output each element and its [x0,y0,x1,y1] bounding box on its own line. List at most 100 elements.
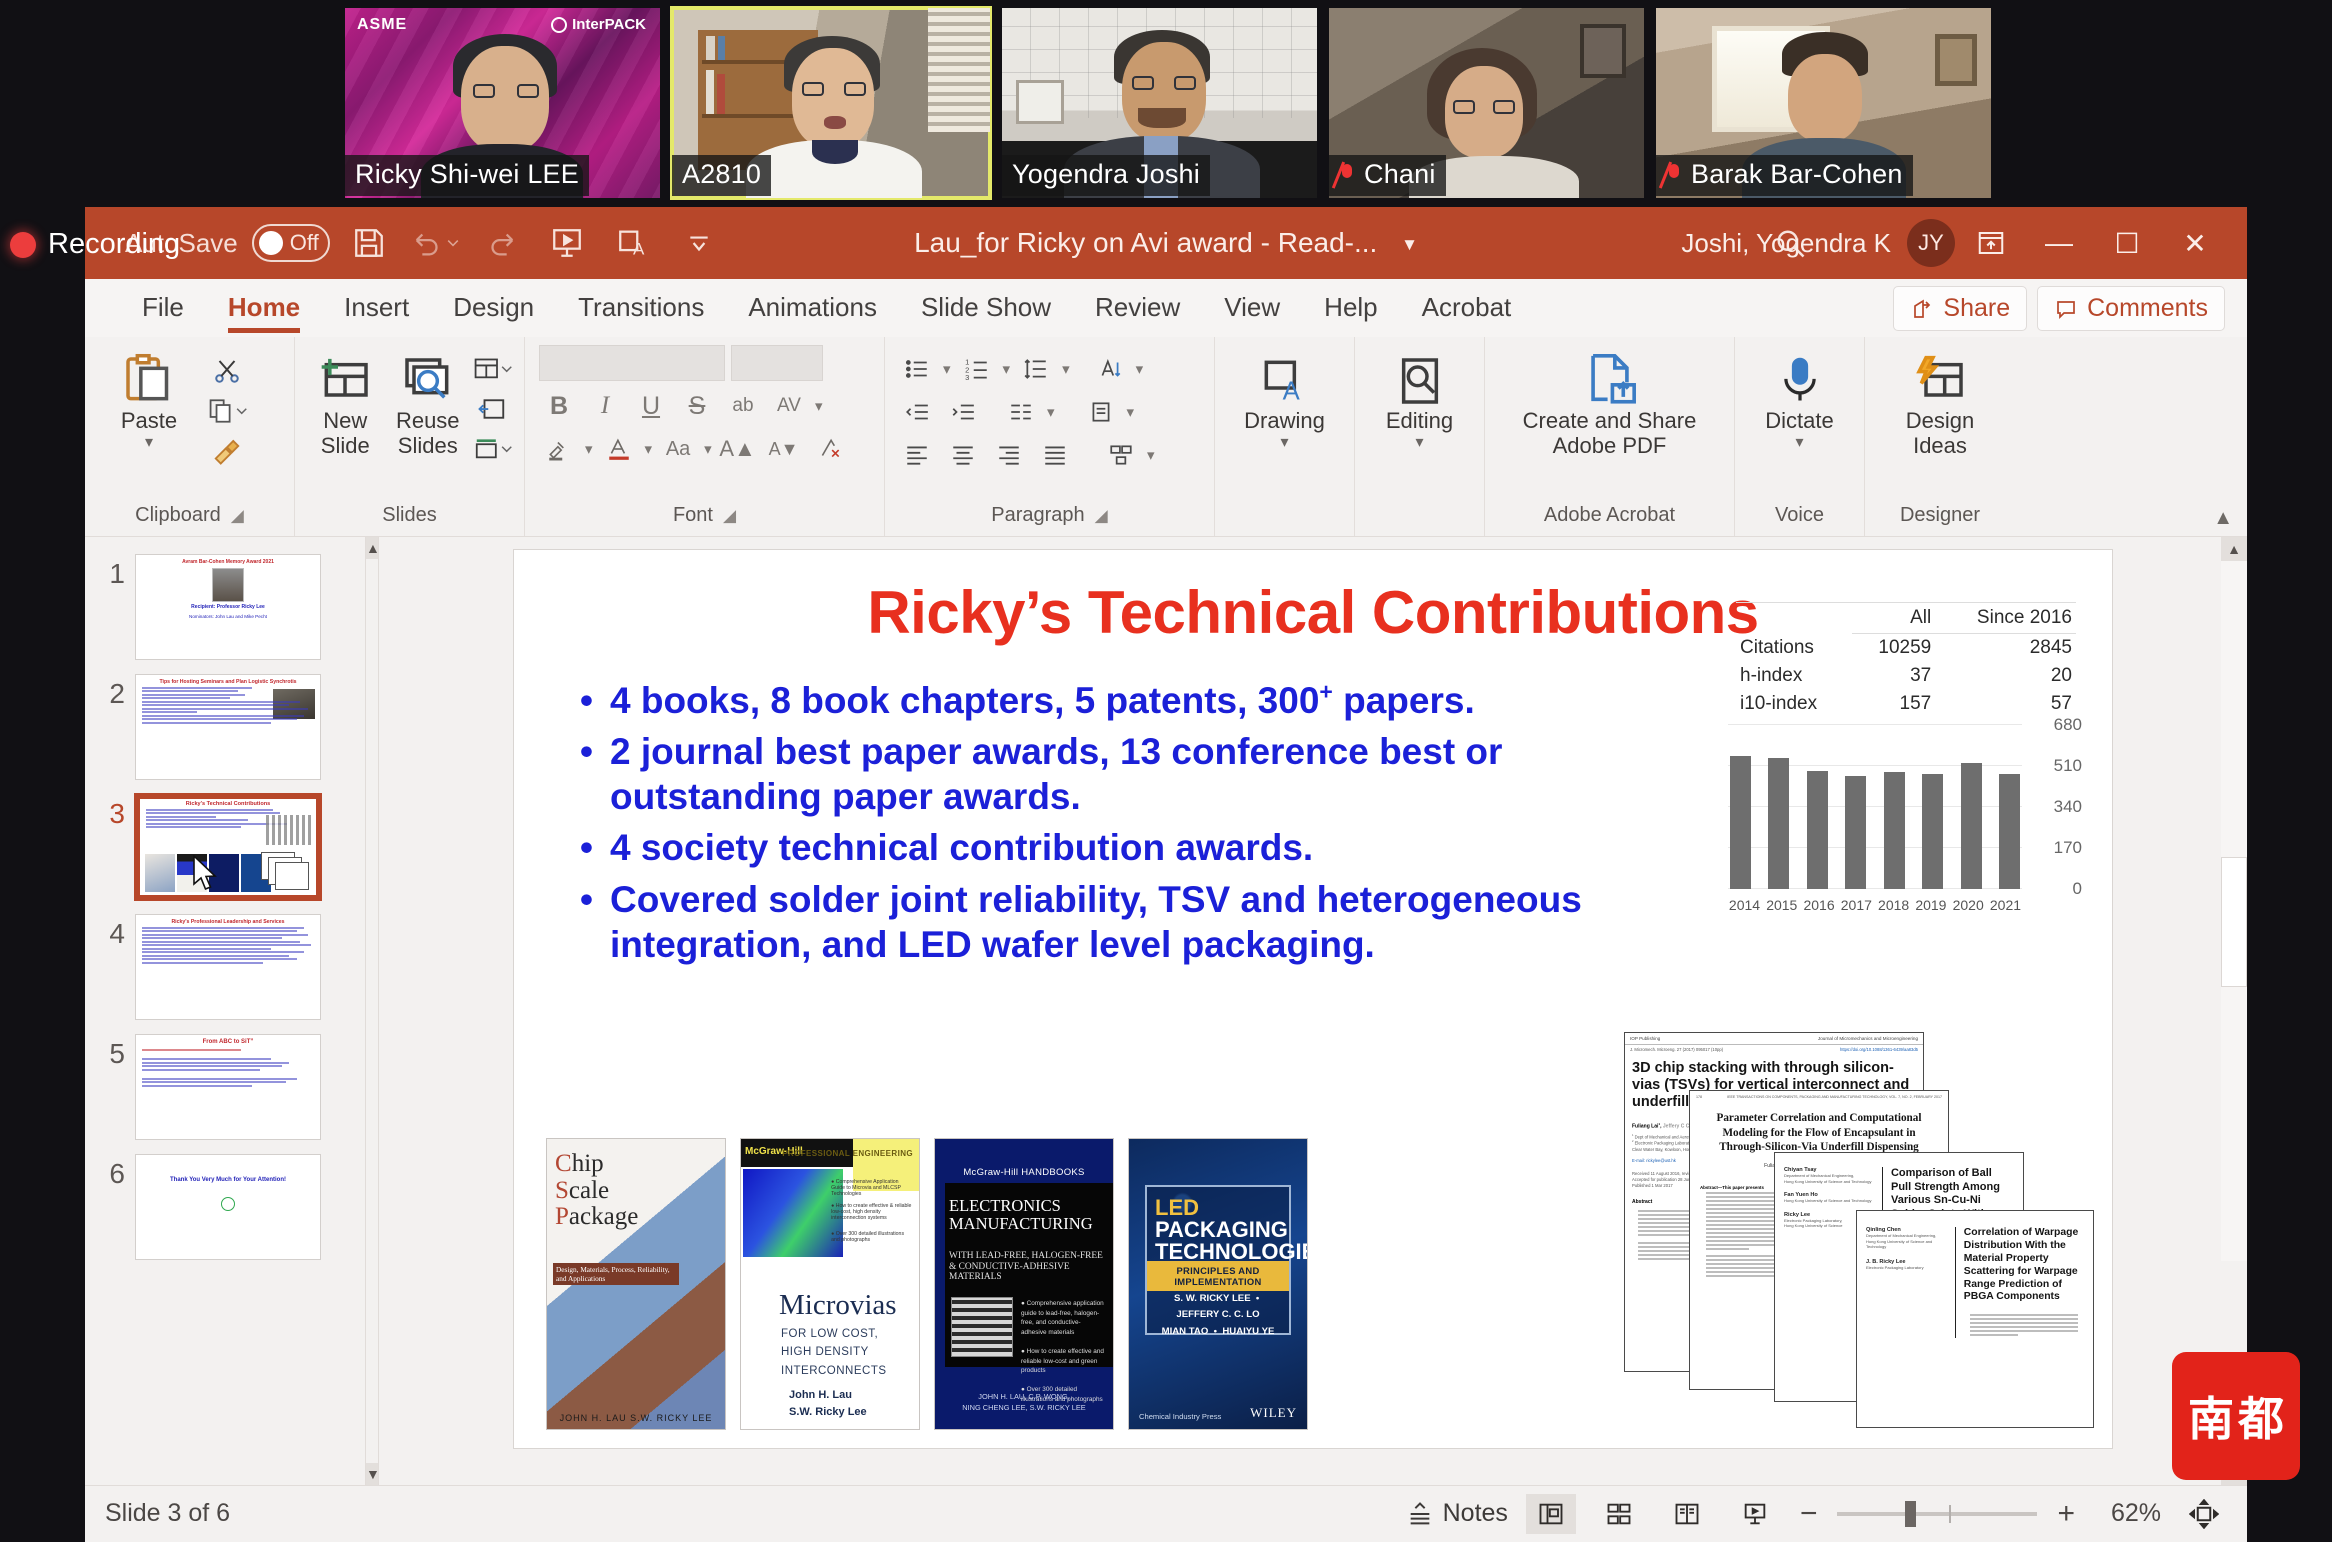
collapse-ribbon-icon[interactable]: ▲ [2213,507,2233,530]
save-icon[interactable] [342,216,396,270]
create-share-pdf-button[interactable]: Create and Share Adobe PDF [1505,349,1715,458]
tab-view[interactable]: View [1202,286,1302,337]
video-tile-participant-1[interactable]: ASME InterPACK Ricky Shi-wei LEE [345,8,660,198]
slide-show-button[interactable] [1730,1494,1780,1534]
reading-view-button[interactable] [1662,1494,1712,1534]
slide-thumbnail-4[interactable]: Ricky's Professional Leadership and Serv… [135,914,321,1020]
font-size-combobox[interactable] [731,345,823,381]
close-button[interactable]: ✕ [2163,213,2227,273]
text-shadow-button[interactable]: ab [723,388,763,424]
maximize-button[interactable]: ☐ [2095,213,2159,273]
font-color-button[interactable] [599,431,639,467]
minimize-button[interactable]: — [2027,213,2091,273]
new-slide-button[interactable]: New Slide [307,349,384,458]
slide-thumbnail-1[interactable]: Avram Bar-Cohen Memory Award 2021 Recipi… [135,554,321,660]
autosave-toggle[interactable]: Off [252,224,330,262]
redo-icon[interactable] [474,216,528,270]
line-spacing-button[interactable] [1016,351,1056,387]
slide-thumbnail-6[interactable]: Thank You Very Much for Your Attention! [135,1154,321,1260]
fit-text-icon[interactable]: A [606,216,660,270]
highlight-caret-icon[interactable]: ▾ [585,440,593,458]
start-slideshow-icon[interactable] [540,216,594,270]
clipboard-dialog-launcher-icon[interactable]: ◢ [231,506,244,526]
dictate-button[interactable]: Dictate ▾ [1748,349,1852,452]
character-spacing-caret-icon[interactable]: ▾ [815,397,823,415]
undo-icon[interactable] [408,216,462,270]
slide-thumbnail-5[interactable]: From ABC to SiT” [135,1034,321,1140]
tab-review[interactable]: Review [1073,286,1202,337]
align-right-button[interactable] [989,437,1029,473]
zoom-out-button[interactable]: − [1798,1497,1820,1531]
dictate-dropdown-caret-icon[interactable]: ▾ [1795,434,1803,452]
thumbnail-row-3[interactable]: 3 Ricky's Technical Contributions [85,787,365,907]
increase-indent-button[interactable] [943,394,983,430]
font-color-caret-icon[interactable]: ▾ [645,440,653,458]
font-family-combobox[interactable] [539,345,725,381]
video-tile-participant-5[interactable]: Barak Bar-Cohen [1656,8,1991,198]
thumbnail-row-6[interactable]: 6 Thank You Very Much for Your Attention… [85,1147,365,1267]
paste-dropdown-caret-icon[interactable]: ▾ [145,434,153,452]
ribbon-display-options-icon[interactable] [1959,213,2023,273]
video-tile-participant-2-active[interactable]: A2810 [672,8,990,198]
line-spacing-caret-icon[interactable]: ▾ [1062,360,1070,378]
numbering-button[interactable]: 123 [957,351,997,387]
cut-icon[interactable] [207,353,247,389]
thumbnail-row-1[interactable]: 1 Avram Bar-Cohen Memory Award 2021 Reci… [85,547,365,667]
thumbnail-row-5[interactable]: 5 From ABC to SiT” [85,1027,365,1147]
text-direction-button[interactable] [1090,351,1130,387]
smartart-caret-icon[interactable]: ▾ [1147,446,1155,464]
tab-file[interactable]: File [120,286,206,337]
normal-view-button[interactable] [1526,1494,1576,1534]
decrease-font-size-button[interactable]: A▼ [764,431,804,467]
strikethrough-button[interactable]: S [677,388,717,424]
paste-button[interactable]: Paste ▾ [97,349,201,452]
design-ideas-button[interactable]: Design Ideas [1888,349,1992,458]
text-direction-caret-icon[interactable]: ▾ [1136,360,1144,378]
reset-slide-icon[interactable] [472,391,512,427]
drawing-button[interactable]: A Drawing ▾ [1233,349,1337,452]
convert-to-smartart-button[interactable] [1101,437,1141,473]
thumbnail-pane-splitter[interactable]: ▲ ▼ [365,537,379,1485]
thumbpane-scroll-up-icon[interactable]: ▲ [366,537,378,559]
align-text-caret-icon[interactable]: ▾ [1127,403,1135,421]
change-case-button[interactable]: Aa [658,431,698,467]
clear-formatting-button[interactable] [810,431,850,467]
slide-thumbnail-pane[interactable]: 1 Avram Bar-Cohen Memory Award 2021 Reci… [85,537,365,1485]
editing-button[interactable]: Editing ▾ [1368,349,1472,452]
change-case-caret-icon[interactable]: ▾ [704,440,712,458]
thumbnail-row-2[interactable]: 2 Tips for Hosting Seminars and Plan Log… [85,667,365,787]
slide-layout-icon[interactable] [472,351,512,387]
format-painter-icon[interactable] [207,433,247,469]
bullets-button[interactable] [897,351,937,387]
tab-acrobat[interactable]: Acrobat [1400,286,1534,337]
tab-design[interactable]: Design [431,286,556,337]
tab-animations[interactable]: Animations [726,286,899,337]
character-spacing-button[interactable]: AV [769,388,809,424]
notes-button[interactable]: Notes [1405,1499,1508,1528]
editing-dropdown-caret-icon[interactable]: ▾ [1415,434,1423,452]
slide-thumbnail-3[interactable]: Ricky's Technical Contributions [135,794,321,900]
increase-font-size-button[interactable]: A▲ [718,431,758,467]
justify-button[interactable] [1035,437,1075,473]
copy-icon[interactable] [207,393,247,429]
paragraph-dialog-launcher-icon[interactable]: ◢ [1095,506,1108,526]
zoom-level-label[interactable]: 62% [2095,1499,2161,1528]
align-center-button[interactable] [943,437,983,473]
tab-slide-show[interactable]: Slide Show [899,286,1073,337]
columns-caret-icon[interactable]: ▾ [1047,403,1055,421]
canvas-scroll-thumb[interactable] [2221,857,2247,987]
tab-insert[interactable]: Insert [322,286,431,337]
zoom-slider[interactable] [1837,1512,2037,1516]
title-dropdown-caret-icon[interactable]: ▼ [1401,235,1418,254]
tab-help[interactable]: Help [1302,286,1399,337]
thumbpane-scroll-down-icon[interactable]: ▼ [366,1463,378,1485]
customize-qat-icon[interactable] [672,216,726,270]
slide-editor[interactable]: Ricky’s Technical Contributions 4 books,… [513,549,2113,1449]
drawing-dropdown-caret-icon[interactable]: ▾ [1280,434,1288,452]
add-remove-columns-button[interactable] [1001,394,1041,430]
italic-button[interactable]: I [585,388,625,424]
video-tile-participant-3[interactable]: Yogendra Joshi [1002,8,1317,198]
avatar[interactable]: JY [1907,219,1955,267]
tab-home[interactable]: Home [206,286,322,337]
reuse-slides-button[interactable]: Reuse Slides [390,349,467,458]
